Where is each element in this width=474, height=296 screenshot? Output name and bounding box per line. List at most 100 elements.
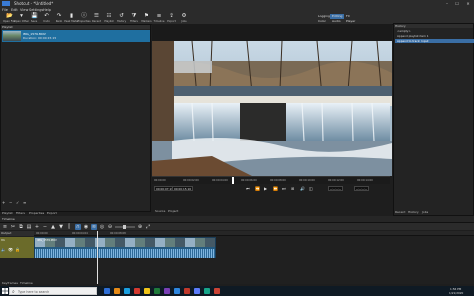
menu-edit[interactable]: Edit xyxy=(11,8,18,12)
minimize-button[interactable]: – xyxy=(442,1,452,6)
playhead-marker[interactable] xyxy=(232,177,234,184)
mute-icon[interactable]: 🔈 xyxy=(1,247,6,252)
open-other-icon: ▾ xyxy=(20,13,23,19)
tab-project[interactable]: Project xyxy=(168,209,178,213)
zoom-out-icon[interactable]: ⊖ xyxy=(107,224,113,230)
append-icon[interactable]: + xyxy=(34,224,40,230)
tab-export[interactable]: Export xyxy=(47,211,57,215)
skip-end-icon[interactable]: ⏭ xyxy=(282,186,286,191)
skip-start-icon[interactable]: ⏮ xyxy=(246,186,250,191)
update-icon[interactable]: ✓ xyxy=(16,200,19,205)
history-row[interactable]: <empty> xyxy=(395,29,474,33)
menu-icon[interactable]: ≡ xyxy=(23,200,26,205)
timeline-toolbar: ≡ ✂ ⧉ ▤ + − ▲ ▼ ⫿ ∩ ◉ ≋ ◎ ⊖ ⊕ ⤢ xyxy=(0,222,474,230)
taskbar-app-icon[interactable] xyxy=(214,288,220,294)
lock-icon[interactable]: 🔒 xyxy=(15,247,20,252)
timeline-clip[interactable]: IMG_1579.MOV xyxy=(34,237,216,258)
tab-source[interactable]: Source xyxy=(155,209,165,213)
timeline-ruler[interactable]: 00:00:00 00:00:04:04 00:00:08:08 xyxy=(34,231,474,236)
menu-view[interactable]: View xyxy=(20,8,28,12)
tab-history[interactable]: History xyxy=(408,210,419,214)
menu-file[interactable]: File xyxy=(2,8,8,12)
tab-recent[interactable]: Recent xyxy=(395,210,405,214)
add-icon[interactable]: + xyxy=(2,200,5,205)
right-tabs: Recent History Jobs xyxy=(393,210,474,215)
rewind-icon[interactable]: ⏪ xyxy=(255,186,260,191)
lift-icon[interactable]: ▲ xyxy=(50,224,56,230)
taskbar-app-icon[interactable] xyxy=(104,288,110,294)
cut-icon[interactable]: ✂ xyxy=(10,224,16,230)
tab-playlist[interactable]: Playlist xyxy=(2,211,13,215)
tab-filters[interactable]: Filters xyxy=(16,211,25,215)
tab-jobs[interactable]: Jobs xyxy=(422,210,428,214)
zoom-slider-knob[interactable] xyxy=(123,225,126,229)
title-bar: Shotcut - *Untitled* – ☐ ✕ xyxy=(0,0,474,7)
tick-label: 00:00:02:00 xyxy=(183,179,199,182)
paste-icon[interactable]: ▤ xyxy=(26,224,32,230)
playlist-item[interactable]: IMG_1579.MOV Duration: 00:00:15:15 xyxy=(2,30,150,42)
ripple-icon[interactable]: ≋ xyxy=(91,224,97,230)
jobs-icon: ⚙ xyxy=(181,13,187,19)
tick-label: 00:00:04:04 xyxy=(72,231,88,235)
copy-icon[interactable]: ⧉ xyxy=(18,224,24,230)
taskbar-app-icon[interactable] xyxy=(184,288,190,294)
audio-waveform xyxy=(35,249,215,258)
playlist-item-duration: Duration: 00:00:15:15 xyxy=(23,35,57,40)
ripple-all-icon[interactable]: ◎ xyxy=(99,224,105,230)
playhead[interactable] xyxy=(97,231,98,284)
menu-help[interactable]: Help xyxy=(43,8,51,12)
overwrite-icon[interactable]: ▼ xyxy=(58,224,64,230)
tab-timeline[interactable]: Timeline xyxy=(20,281,33,285)
track-header-v1[interactable]: V1 🔈 👁 🔒 xyxy=(0,237,34,258)
grid-icon[interactable]: ⊞ xyxy=(291,186,294,191)
video-preview[interactable] xyxy=(152,41,392,176)
taskbar-app-icon[interactable] xyxy=(154,288,160,294)
history-row[interactable]: Append playlist item 1 xyxy=(395,34,474,38)
taskbar-app-icon[interactable] xyxy=(164,288,170,294)
markers-icon: ⚑ xyxy=(144,13,149,19)
windows-start-icon[interactable] xyxy=(2,288,8,294)
taskbar-app-icon[interactable] xyxy=(174,288,180,294)
hide-icon[interactable]: 👁 xyxy=(8,247,13,252)
volume-icon[interactable]: 🔊 xyxy=(300,186,305,191)
zoom-slider[interactable] xyxy=(115,225,135,229)
viewer-tabs: Source Project xyxy=(152,209,390,214)
remove-icon[interactable]: − xyxy=(9,200,12,205)
track-name: V1 xyxy=(1,238,5,242)
menu-settings[interactable]: Settings xyxy=(29,8,43,12)
maximize-button[interactable]: ☐ xyxy=(452,1,462,6)
taskbar-search-input[interactable]: ⌕ Type here to search xyxy=(9,287,97,295)
tick-label: 00:00:08:00 xyxy=(270,179,286,182)
split-icon[interactable]: ⫿ xyxy=(66,224,72,230)
tick-label: 00:00:14:00 xyxy=(357,179,373,182)
close-button[interactable]: ✕ xyxy=(463,1,473,6)
tray-date[interactable]: 1/21/2020 xyxy=(449,291,463,295)
zoom-fit-icon[interactable]: ⤢ xyxy=(145,224,151,230)
fast-forward-icon[interactable]: ⏩ xyxy=(273,186,278,191)
menu-icon[interactable]: ≡ xyxy=(2,224,8,230)
tick-label: 00:00:04:00 xyxy=(212,179,228,182)
play-icon[interactable]: ▶ xyxy=(264,186,267,191)
taskbar-app-icon[interactable] xyxy=(204,288,210,294)
tab-keyframes[interactable]: Keyframes xyxy=(2,281,18,285)
viewer-ruler[interactable]: 00:00:00 00:00:02:00 00:00:04:00 00:00:06:0… xyxy=(152,176,390,184)
zoom-in-icon[interactable]: ⊕ xyxy=(137,224,143,230)
taskbar-app-icon[interactable] xyxy=(134,288,140,294)
taskbar-app-icon[interactable] xyxy=(124,288,130,294)
ripple-delete-icon[interactable]: − xyxy=(42,224,48,230)
total-timecode: 00:00:15:16 xyxy=(172,186,194,191)
tab-properties[interactable]: Properties xyxy=(29,211,44,215)
playlist-header: Playlist xyxy=(1,25,150,29)
viewer-background xyxy=(152,24,392,41)
scrub-icon[interactable]: ◉ xyxy=(83,224,89,230)
taskbar-app-icon[interactable] xyxy=(194,288,200,294)
snap-icon[interactable]: ∩ xyxy=(75,224,81,230)
waterfall-frame xyxy=(152,41,392,176)
playlist-controls: + − ✓ ≡ xyxy=(0,200,151,206)
taskbar-app-icon[interactable] xyxy=(144,288,150,294)
playlist-icon: ☷ xyxy=(106,13,112,19)
window-title: Shotcut - *Untitled* xyxy=(14,1,54,6)
history-row-selected[interactable]: Append to track: Input xyxy=(395,39,474,43)
zoom-icon[interactable]: ◫ xyxy=(309,186,313,191)
taskbar-app-icon[interactable] xyxy=(114,288,120,294)
